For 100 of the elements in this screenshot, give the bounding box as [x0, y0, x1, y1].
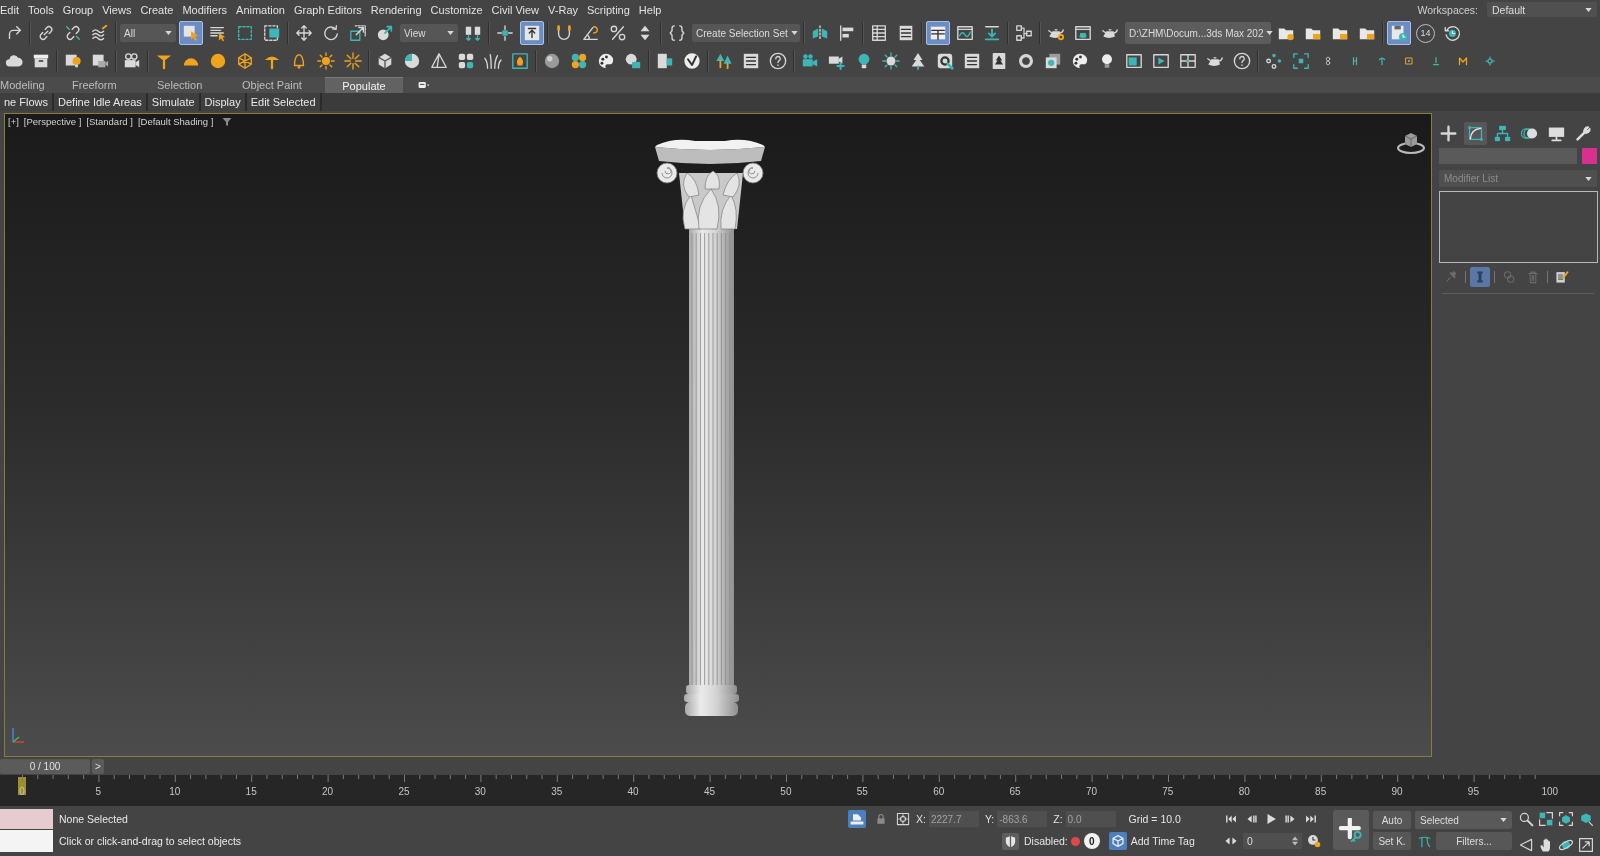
edit-list-icon[interactable]	[1555, 270, 1569, 284]
crosshair-icon[interactable]	[496, 24, 514, 42]
menu-item[interactable]: Civil View	[491, 3, 540, 16]
menu-item[interactable]: Edit	[0, 3, 19, 16]
ribbon-tab[interactable]: Modeling	[0, 77, 72, 93]
key-filter-dropdown[interactable]: Selected	[1415, 811, 1512, 829]
ribbon-tab[interactable]: Selection	[157, 77, 242, 93]
movie-camera-icon[interactable]	[123, 52, 141, 70]
help-icon[interactable]	[1233, 52, 1251, 70]
toolbar-dropdown[interactable]: View	[400, 24, 458, 42]
list-cursor-icon[interactable]	[209, 24, 227, 42]
arrow-box-icon[interactable]	[520, 21, 544, 45]
align-icon[interactable]	[838, 24, 856, 42]
dashed-rectangle-icon[interactable]	[236, 24, 254, 42]
monitor-icon[interactable]	[1548, 125, 1565, 142]
magnifier-card-icon[interactable]	[936, 52, 954, 70]
two-panels-icon[interactable]	[656, 52, 674, 70]
plus-key-icon[interactable]	[1339, 818, 1363, 842]
magnet-icon[interactable]	[555, 24, 573, 42]
two-blocks-icon[interactable]	[464, 24, 482, 42]
clock-dot-icon[interactable]	[1307, 834, 1321, 848]
squares-icon[interactable]	[1538, 811, 1554, 827]
viewport[interactable]: [+] [Perspective ] [Standard ] [Default Shading ]	[4, 113, 1432, 757]
help-icon[interactable]	[769, 52, 787, 70]
triangle-icon[interactable]	[1518, 837, 1534, 853]
color-swatch-icon[interactable]	[1582, 148, 1597, 164]
menu-item[interactable]: Views	[102, 3, 132, 16]
gear-icon[interactable]	[1485, 56, 1495, 66]
pyramid-icon[interactable]	[430, 52, 448, 70]
curve-frame-icon[interactable]	[1464, 122, 1487, 145]
list-icon[interactable]	[742, 52, 760, 70]
curve-icon[interactable]	[1418, 834, 1431, 848]
box-icon[interactable]	[32, 52, 50, 70]
script-output-field[interactable]	[0, 830, 53, 852]
unlink-icon[interactable]	[64, 24, 82, 42]
download-icon[interactable]	[983, 24, 1001, 42]
shaded-sphere-icon[interactable]	[403, 52, 421, 70]
palette-icon[interactable]	[597, 52, 615, 70]
sun-icon[interactable]	[882, 52, 900, 70]
time-slider-track[interactable]: 0 / 100 >	[0, 757, 1600, 775]
grid-window-icon[interactable]	[926, 21, 950, 45]
braces-icon[interactable]	[668, 24, 686, 42]
plus-icon[interactable]	[1440, 125, 1457, 142]
magnifier-icon[interactable]	[1518, 811, 1534, 827]
bars-icon[interactable]	[1350, 56, 1360, 66]
bulb-card-icon[interactable]	[64, 52, 82, 70]
maximize-icon[interactable]	[1578, 837, 1594, 853]
time-slider-thumb[interactable]: 0 / 100	[0, 758, 90, 774]
sun-icon[interactable]	[317, 52, 335, 70]
cube-tile-icon[interactable]	[1108, 832, 1127, 850]
viewport-label[interactable]: [Perspective ]	[23, 116, 82, 127]
scale-icon[interactable]	[349, 24, 367, 42]
grass-icon[interactable]	[484, 52, 502, 70]
track-bar[interactable]: 0 5 10 15 20 25 30 35 40 45 50 55 60 65 70 75 80 85 90 95 100	[0, 775, 1600, 806]
menu-item[interactable]: V-Ray	[548, 3, 579, 16]
curve-window-icon[interactable]	[956, 24, 974, 42]
shield-icon[interactable]	[1002, 832, 1019, 850]
wave-icon[interactable]	[91, 24, 109, 42]
viewport-label[interactable]: [Standard ]	[86, 116, 133, 127]
workspace-dropdown[interactable]: Default	[1487, 2, 1597, 17]
stand-icon[interactable]	[1431, 56, 1441, 66]
orbit-icon[interactable]	[1558, 837, 1574, 853]
next-frame-button[interactable]: >	[92, 758, 104, 774]
set-key-button[interactable]: Set K.	[1373, 832, 1411, 850]
wrench-icon[interactable]	[1575, 125, 1592, 142]
tiles-icon[interactable]	[457, 52, 475, 70]
target-icon[interactable]	[1292, 52, 1310, 70]
rotate-icon[interactable]	[322, 24, 340, 42]
add-time-tag-button[interactable]: Add Time Tag	[1108, 832, 1195, 850]
modifier-stack-list[interactable]	[1439, 191, 1598, 263]
sphere-icon[interactable]	[543, 52, 561, 70]
set-keys-button[interactable]	[1333, 810, 1369, 850]
angle-icon[interactable]	[582, 24, 600, 42]
count-badge[interactable]: 0	[1083, 833, 1100, 849]
mirror-icon[interactable]	[811, 24, 829, 42]
ribbon-panel-button[interactable]: Define Idle Areas	[54, 93, 148, 111]
stacked-squares-icon[interactable]	[1044, 52, 1062, 70]
menu-item[interactable]: Tools	[27, 3, 54, 16]
cube-arrow-icon[interactable]	[1578, 811, 1594, 827]
menu-item[interactable]: Create	[140, 3, 174, 16]
ribbon-panel-button[interactable]: Display	[200, 93, 247, 111]
menu-item[interactable]: Group	[62, 3, 94, 16]
node-graph-icon[interactable]	[1015, 24, 1033, 42]
box-tray-icon[interactable]	[848, 810, 866, 828]
play-window-icon[interactable]	[1152, 52, 1170, 70]
camera-card-icon[interactable]	[91, 52, 109, 70]
geosphere-icon[interactable]	[236, 52, 254, 70]
lock-icon[interactable]	[874, 812, 888, 826]
ribbon-tab[interactable]: Populate	[325, 77, 403, 93]
hierarchy-icon[interactable]	[1494, 125, 1511, 142]
ribbon-panel-button[interactable]: ne Flows	[0, 93, 55, 111]
link-icon[interactable]	[37, 24, 55, 42]
move-icon[interactable]	[295, 24, 313, 42]
cube-ring-icon[interactable]	[1396, 131, 1426, 155]
cursor-square-icon[interactable]	[179, 21, 203, 45]
percent-icon[interactable]	[609, 24, 627, 42]
zigzag-icon[interactable]	[1458, 56, 1468, 66]
list-icon[interactable]	[963, 52, 981, 70]
menu-item[interactable]: Help	[638, 3, 662, 16]
ribbon-tab[interactable]: Object Paint	[242, 77, 325, 93]
